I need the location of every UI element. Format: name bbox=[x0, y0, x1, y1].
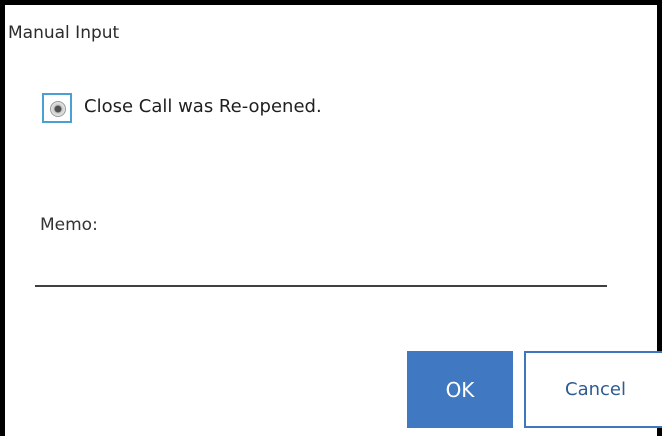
memo-input[interactable] bbox=[35, 251, 607, 287]
radio-selected-dot-icon bbox=[50, 101, 66, 117]
option-label[interactable]: Close Call was Re-opened. bbox=[84, 96, 322, 117]
cancel-button[interactable]: Cancel bbox=[524, 351, 662, 428]
radio-button[interactable] bbox=[42, 93, 72, 123]
close-call-reopened-option[interactable]: Close Call was Re-opened. bbox=[42, 89, 322, 123]
manual-input-dialog: Manual Input Close Call was Re-opened. M… bbox=[0, 0, 662, 436]
dialog-title: Manual Input bbox=[8, 23, 120, 43]
memo-label: Memo: bbox=[40, 215, 98, 235]
ok-button[interactable]: OK bbox=[407, 351, 513, 428]
